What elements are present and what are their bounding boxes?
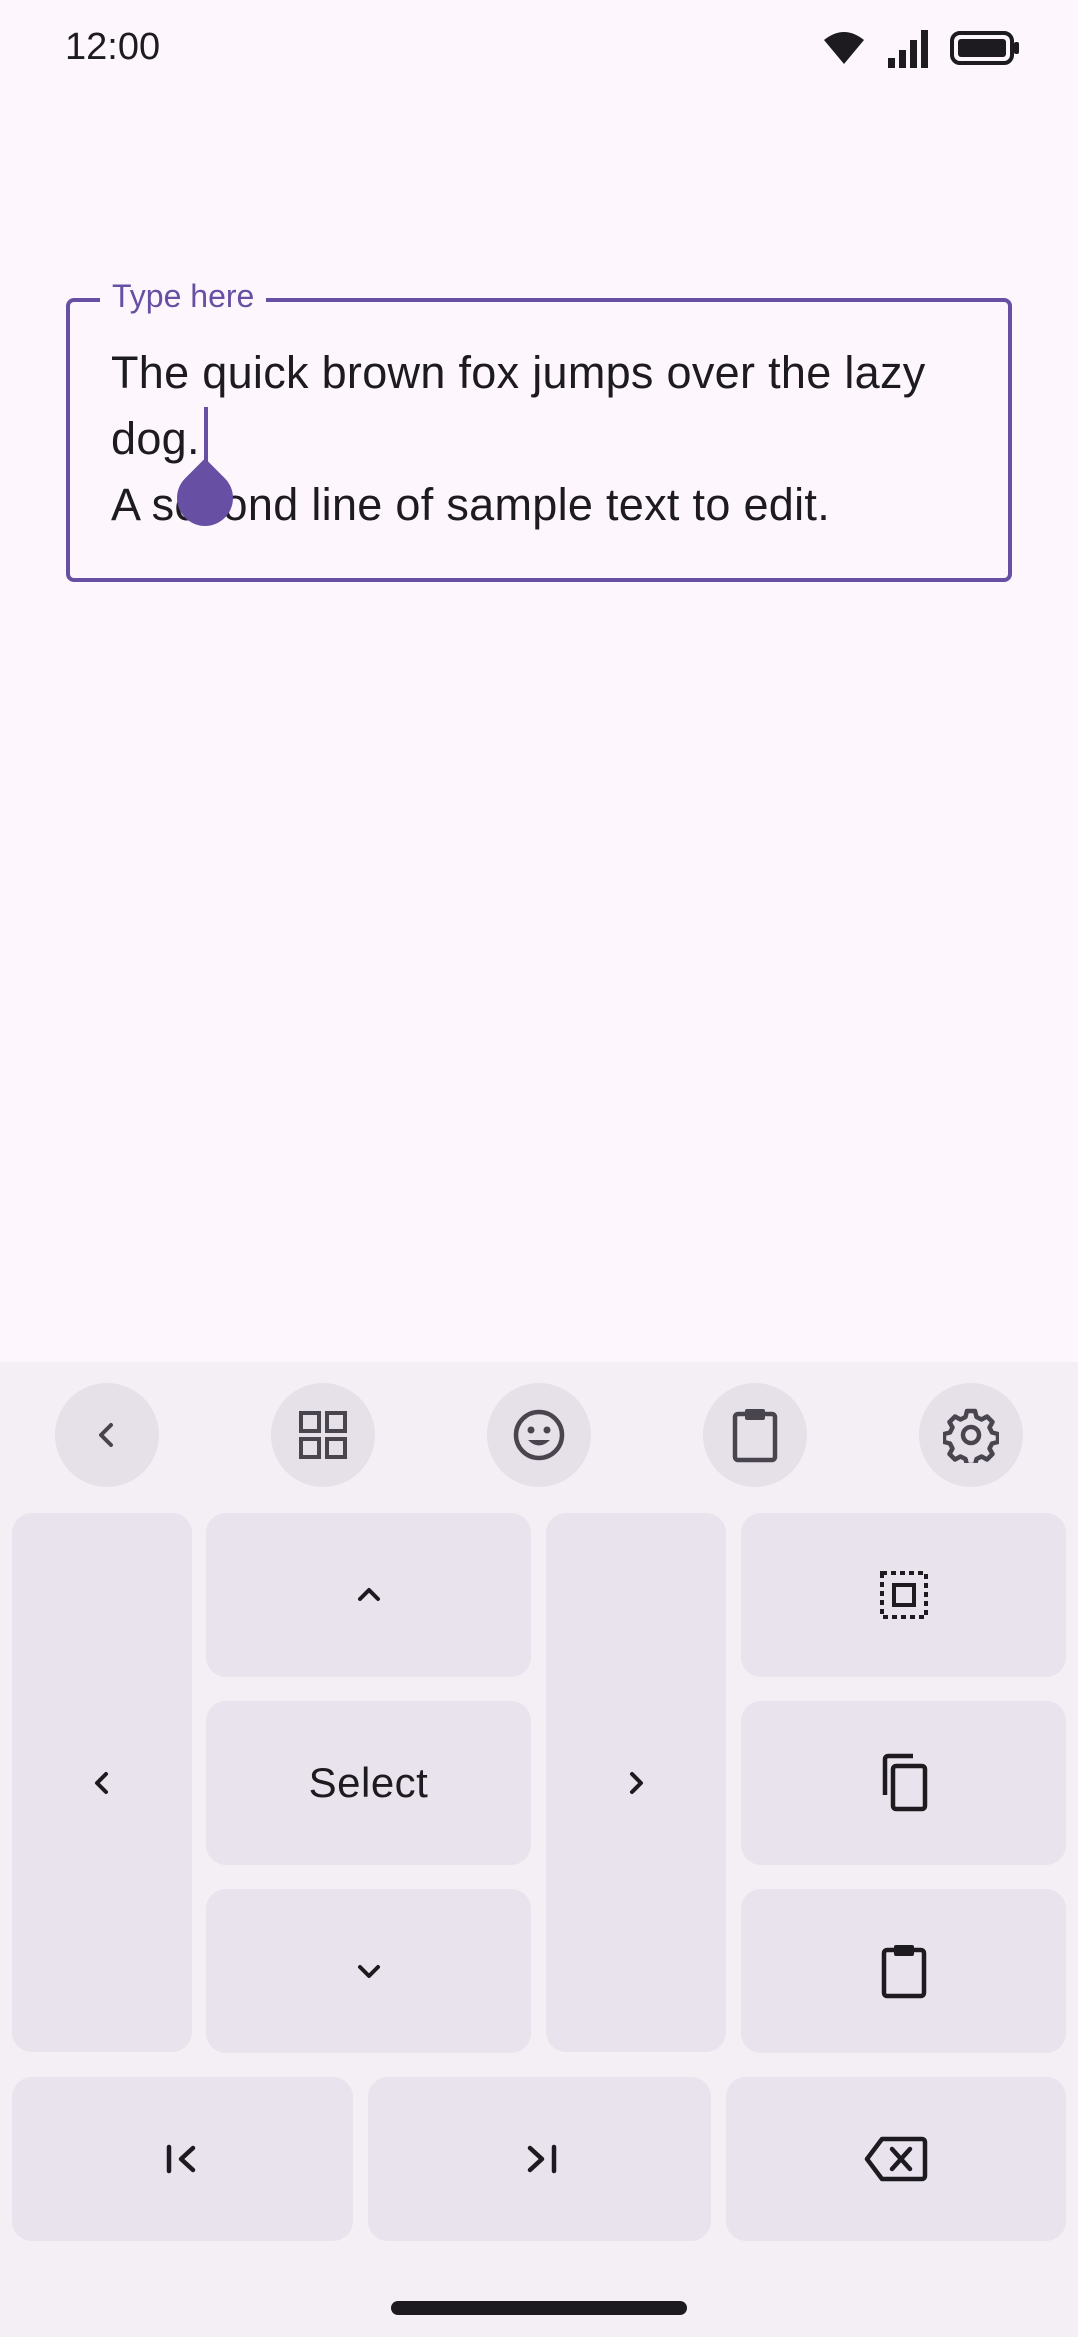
key-paste[interactable] [741, 1889, 1066, 2053]
select-all-icon [878, 1569, 930, 1621]
toolbar-settings-button[interactable] [919, 1383, 1023, 1487]
gear-icon [943, 1407, 999, 1463]
key-line-end[interactable] [368, 2077, 711, 2241]
text-line-3: A second line of sample text to edit. [111, 479, 831, 530]
copy-icon [877, 1753, 931, 1813]
battery-icon [950, 30, 1020, 66]
cellular-signal-icon [888, 28, 932, 68]
key-right[interactable] [546, 1513, 726, 2052]
toolbar-apps-button[interactable] [271, 1383, 375, 1487]
emoji-icon [511, 1407, 567, 1463]
text-line-2: dog. [111, 413, 200, 464]
text-field-content[interactable]: The quick brown fox jumps over the lazy … [111, 340, 991, 538]
key-select-all[interactable] [741, 1513, 1066, 1677]
key-line-start[interactable] [12, 2077, 353, 2241]
key-up[interactable] [206, 1513, 531, 1677]
grid-icon [296, 1408, 350, 1462]
paste-icon [879, 1942, 929, 2000]
move-to-start-icon [161, 2139, 205, 2179]
backspace-icon [864, 2135, 928, 2183]
key-backspace[interactable] [726, 2077, 1066, 2241]
toolbar-emoji-button[interactable] [487, 1383, 591, 1487]
clipboard-icon [730, 1406, 780, 1464]
key-down[interactable] [206, 1889, 531, 2053]
text-line-1: The quick brown fox jumps over the lazy [111, 347, 926, 398]
key-copy[interactable] [741, 1701, 1066, 1865]
select-key-label: Select [308, 1759, 429, 1806]
text-field-label: Type here [100, 278, 267, 314]
home-indicator[interactable] [391, 2301, 687, 2315]
key-left[interactable] [12, 1513, 192, 2052]
move-to-end-icon [518, 2139, 562, 2179]
toolbar-back-button[interactable] [55, 1383, 159, 1487]
chevron-down-icon [349, 1951, 389, 1991]
status-time: 12:00 [65, 26, 161, 68]
wifi-icon [822, 30, 866, 66]
toolbar-clipboard-button[interactable] [703, 1383, 807, 1487]
key-select[interactable]: Select [206, 1701, 531, 1865]
chevron-left-icon [84, 1765, 120, 1801]
chevron-right-icon [618, 1765, 654, 1801]
chevron-up-icon [349, 1575, 389, 1615]
chevron-left-icon [87, 1415, 127, 1455]
